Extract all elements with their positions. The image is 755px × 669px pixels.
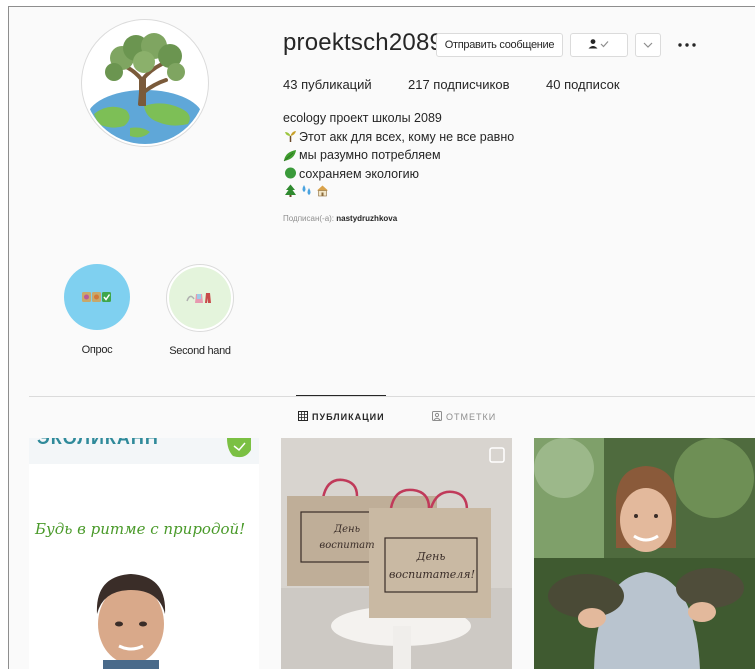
profile-username: proektsch2089 bbox=[283, 29, 444, 56]
post-thumbnail-3[interactable] bbox=[534, 438, 755, 669]
following-count[interactable]: 40 подписок bbox=[546, 77, 620, 92]
avatar-image bbox=[84, 22, 206, 144]
evergreen-tree-icon bbox=[283, 183, 297, 197]
bio-line-4: сохраняем экологию bbox=[299, 166, 420, 181]
grid-icon bbox=[298, 411, 308, 423]
profile-page: proektsch2089 Отправить сообщение 43 пуб… bbox=[8, 6, 755, 669]
post-thumbnail-1[interactable]: ЭКОЛИКАНН Будь в ритме с природой! bbox=[29, 438, 259, 669]
user-check-icon bbox=[588, 38, 610, 52]
suggested-accounts-dropdown[interactable] bbox=[635, 33, 661, 57]
followed-by-user-link[interactable]: nastydruzhkova bbox=[336, 214, 397, 223]
followers-count[interactable]: 217 подписчиков bbox=[408, 77, 510, 92]
following-button[interactable] bbox=[570, 33, 628, 57]
highlight-second-hand[interactable]: Second hand bbox=[155, 264, 245, 357]
highlight-ring bbox=[166, 264, 234, 332]
post-thumbnail-2[interactable]: День воспитат День воспитателя! bbox=[281, 438, 512, 669]
followed-by-prefix: Подписан(-а): bbox=[283, 214, 335, 223]
more-options-icon[interactable] bbox=[675, 33, 699, 57]
highlight-label: Опрос bbox=[81, 344, 113, 356]
send-message-button[interactable]: Отправить сообщение bbox=[436, 33, 563, 57]
post-1-slogan: Будь в ритме с природой! bbox=[35, 520, 246, 538]
ballot-emoji-icon bbox=[82, 292, 111, 302]
tab-posts-label: ПУБЛИКАЦИИ bbox=[312, 412, 385, 422]
highlight-label: Second hand bbox=[169, 345, 231, 357]
leaf-icon bbox=[283, 148, 297, 162]
tree-icon bbox=[283, 167, 297, 181]
followed-by: Подписан(-а): nastydruzhkova bbox=[283, 214, 397, 223]
profile-bio: ecology проект школы 2089 Этот акк для в… bbox=[283, 109, 514, 197]
house-icon bbox=[315, 183, 329, 197]
tabs-divider bbox=[29, 396, 755, 397]
post-2-card-text-right: День воспитателя! bbox=[389, 550, 475, 581]
water-drops-icon bbox=[299, 183, 313, 197]
bio-line-2: Этот акк для всех, кому не все равно bbox=[299, 129, 515, 144]
chevron-down-icon bbox=[643, 39, 653, 51]
posts-count: 43 публикаций bbox=[283, 77, 372, 92]
highlight-opros[interactable]: Опрос bbox=[52, 264, 142, 356]
post-1-brand-text: ЭКОЛИКАНН bbox=[37, 438, 159, 448]
bio-line-1: ecology проект школы 2089 bbox=[283, 111, 442, 125]
bio-line-3: мы разумно потребляем bbox=[299, 148, 441, 162]
tab-tagged[interactable]: ОТМЕТКИ bbox=[432, 411, 496, 423]
tab-posts[interactable]: ПУБЛИКАЦИИ bbox=[298, 411, 385, 423]
clothes-emoji-icon bbox=[186, 293, 211, 303]
sprout-icon bbox=[283, 130, 297, 144]
highlight-cover bbox=[169, 267, 231, 329]
highlight-cover bbox=[64, 264, 130, 330]
tagged-icon bbox=[432, 411, 442, 423]
tab-tagged-label: ОТМЕТКИ bbox=[446, 412, 497, 422]
profile-avatar[interactable] bbox=[81, 19, 209, 147]
post-2-card-text-left: День воспитат bbox=[319, 524, 375, 551]
active-tab-indicator bbox=[296, 395, 386, 396]
